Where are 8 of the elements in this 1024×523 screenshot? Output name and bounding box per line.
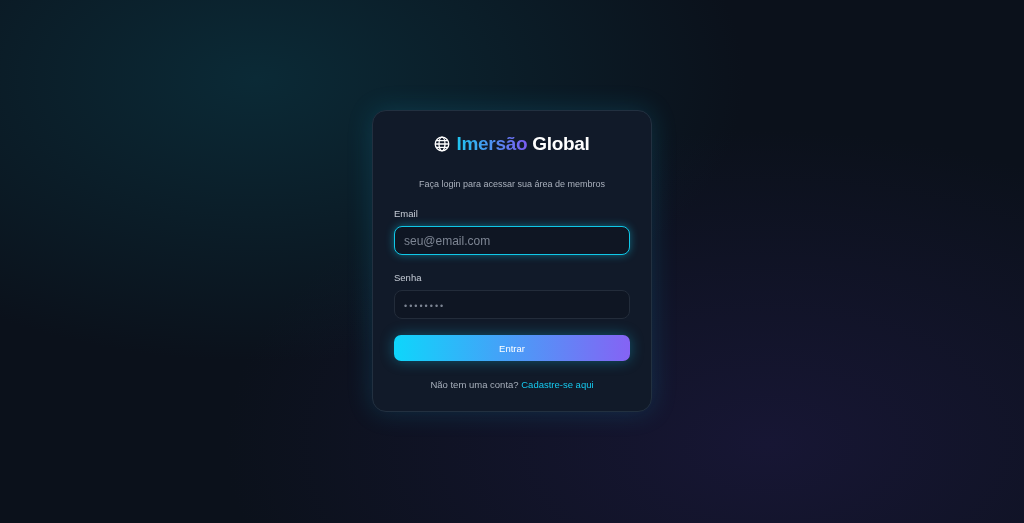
signup-prompt: Não tem uma conta? Cadastre-se aqui bbox=[430, 379, 594, 390]
input-field[interactable]: seu@email.com bbox=[394, 226, 630, 255]
field-label: Senha bbox=[394, 272, 423, 283]
signup-link[interactable]: Cadastre-se aqui bbox=[521, 379, 594, 390]
subtitle: Faça login para acessar sua área de membros bbox=[418, 179, 606, 189]
input-field[interactable]: •••••••• bbox=[394, 290, 630, 319]
field-label: Email bbox=[394, 208, 419, 219]
globe-icon bbox=[434, 136, 451, 152]
